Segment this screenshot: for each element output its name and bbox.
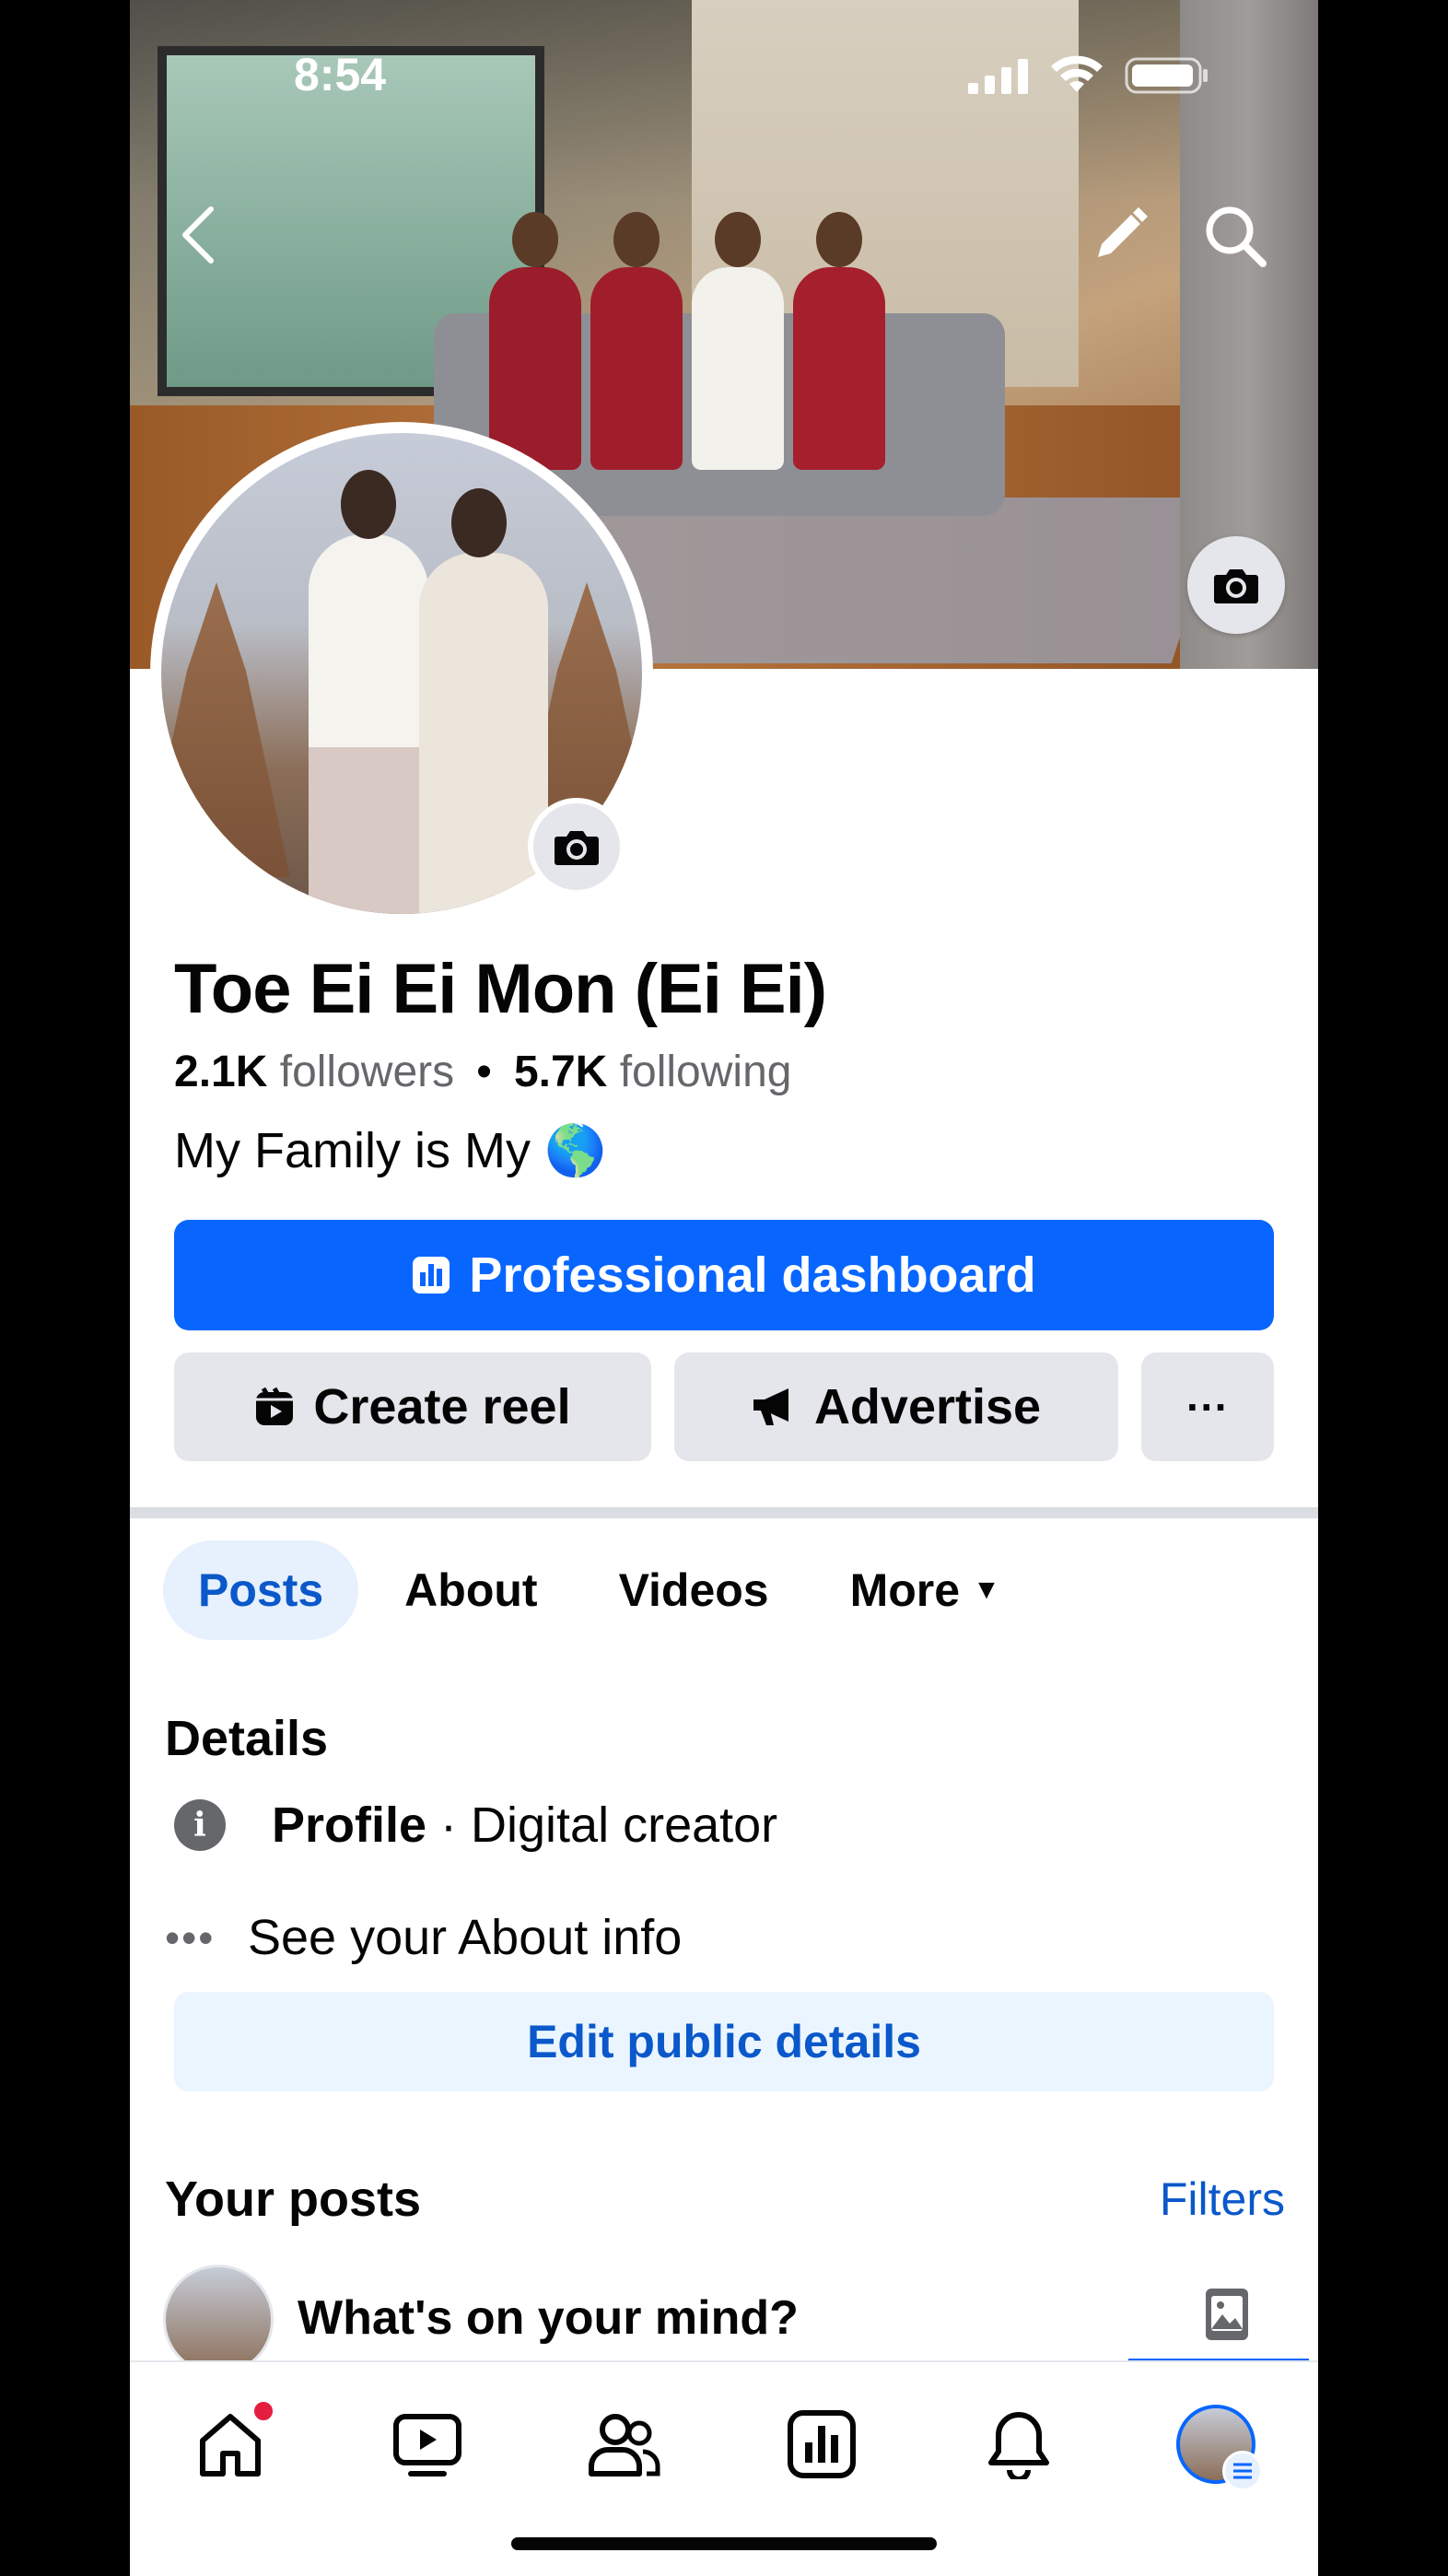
avatar-temple	[161, 582, 290, 877]
professional-dashboard-button[interactable]: Professional dashboard	[174, 1220, 1274, 1330]
notification-dot	[251, 2399, 275, 2423]
profile-bio: My Family is My 🌎	[174, 1123, 607, 1178]
avatar-groom	[309, 470, 428, 914]
edit-profile-picture-button[interactable]	[528, 798, 625, 896]
composer-avatar	[163, 2265, 274, 2375]
photo-icon[interactable]	[1204, 2287, 1250, 2342]
camera-icon	[1214, 569, 1258, 603]
edit-cover-camera-button[interactable]	[1187, 536, 1285, 634]
nav-avatar	[1176, 2405, 1263, 2491]
back-icon[interactable]	[170, 203, 226, 267]
see-about-info-link[interactable]: ••• See your About info	[165, 1909, 682, 1966]
details-heading: Details	[165, 1711, 329, 1766]
tab-videos[interactable]: Videos	[584, 1540, 804, 1640]
detail-profile-value: · Digital creator	[426, 1797, 778, 1853]
caret-down-icon: ▼	[973, 1575, 1000, 1605]
stats-separator: •	[476, 1048, 492, 1096]
followers-link[interactable]: 2.1K followers	[174, 1047, 454, 1097]
bell-icon[interactable]	[968, 2394, 1069, 2495]
cover-person	[489, 212, 581, 470]
more-dots-icon: ···	[1186, 1383, 1229, 1431]
your-posts-heading: Your posts	[165, 2172, 422, 2227]
detail-profile-label: Profile	[272, 1797, 427, 1853]
followers-label: followers	[279, 1048, 455, 1096]
home-icon[interactable]	[180, 2394, 281, 2495]
following-link[interactable]: 5.7K following	[514, 1047, 792, 1097]
create-reel-label: Create reel	[313, 1379, 571, 1434]
battery-icon	[1125, 57, 1208, 94]
composer-placeholder[interactable]: What's on your mind?	[298, 2290, 799, 2346]
friends-icon[interactable]	[574, 2394, 675, 2495]
cover-person	[590, 212, 683, 470]
advertise-button[interactable]: Advertise	[674, 1352, 1118, 1461]
status-icons	[968, 55, 1209, 96]
wifi-icon	[1051, 55, 1103, 92]
more-options-button[interactable]: ···	[1141, 1352, 1274, 1461]
detail-profile-row: i Profile · Digital creator	[174, 1797, 777, 1854]
tab-about[interactable]: About	[369, 1540, 572, 1640]
create-reel-button[interactable]: Create reel	[174, 1352, 651, 1461]
info-icon: i	[174, 1799, 226, 1851]
cover-person	[793, 212, 885, 470]
profile-name: Toe Ei Ei Mon (Ei Ei)	[174, 950, 827, 1028]
video-icon[interactable]	[377, 2394, 478, 2495]
tab-more[interactable]: More ▼	[815, 1540, 1035, 1640]
filters-link[interactable]: Filters	[1160, 2172, 1285, 2226]
more-dots-icon: •••	[165, 1914, 216, 1961]
professional-dashboard-label: Professional dashboard	[469, 1247, 1036, 1303]
tab-more-label: More	[849, 1564, 961, 1616]
dashboard-icon	[413, 1257, 450, 1294]
follow-stats: 2.1K followers • 5.7K following	[174, 1047, 791, 1097]
home-indicator[interactable]	[511, 2537, 937, 2550]
section-divider	[130, 1507, 1318, 1518]
signal-icon	[968, 59, 1028, 94]
profile-avatar-icon[interactable]	[1165, 2394, 1267, 2495]
advertise-label: Advertise	[813, 1379, 1042, 1434]
status-time: 8:54	[294, 49, 387, 100]
cover-person	[692, 212, 784, 470]
profile-tabs: Posts About Videos More ▼	[163, 1540, 1035, 1640]
search-icon[interactable]	[1198, 199, 1272, 273]
reel-icon	[256, 1387, 294, 1425]
following-count: 5.7K	[513, 1048, 608, 1096]
tab-posts[interactable]: Posts	[163, 1540, 359, 1640]
edit-pencil-icon[interactable]	[1088, 203, 1152, 267]
dashboard-icon[interactable]	[771, 2394, 872, 2495]
post-composer[interactable]: What's on your mind?	[163, 2265, 1318, 2375]
megaphone-icon	[753, 1388, 788, 1425]
followers-count: 2.1K	[174, 1048, 268, 1096]
following-label: following	[619, 1048, 792, 1096]
see-about-info-label: See your About info	[248, 1910, 683, 1965]
edit-public-details-button[interactable]: Edit public details	[174, 1992, 1274, 2091]
profile-screen: 8:54 Toe Ei Ei Mon (Ei Ei) 2.1K follower…	[130, 0, 1318, 2576]
menu-icon	[1222, 2451, 1263, 2491]
camera-icon	[555, 831, 599, 865]
